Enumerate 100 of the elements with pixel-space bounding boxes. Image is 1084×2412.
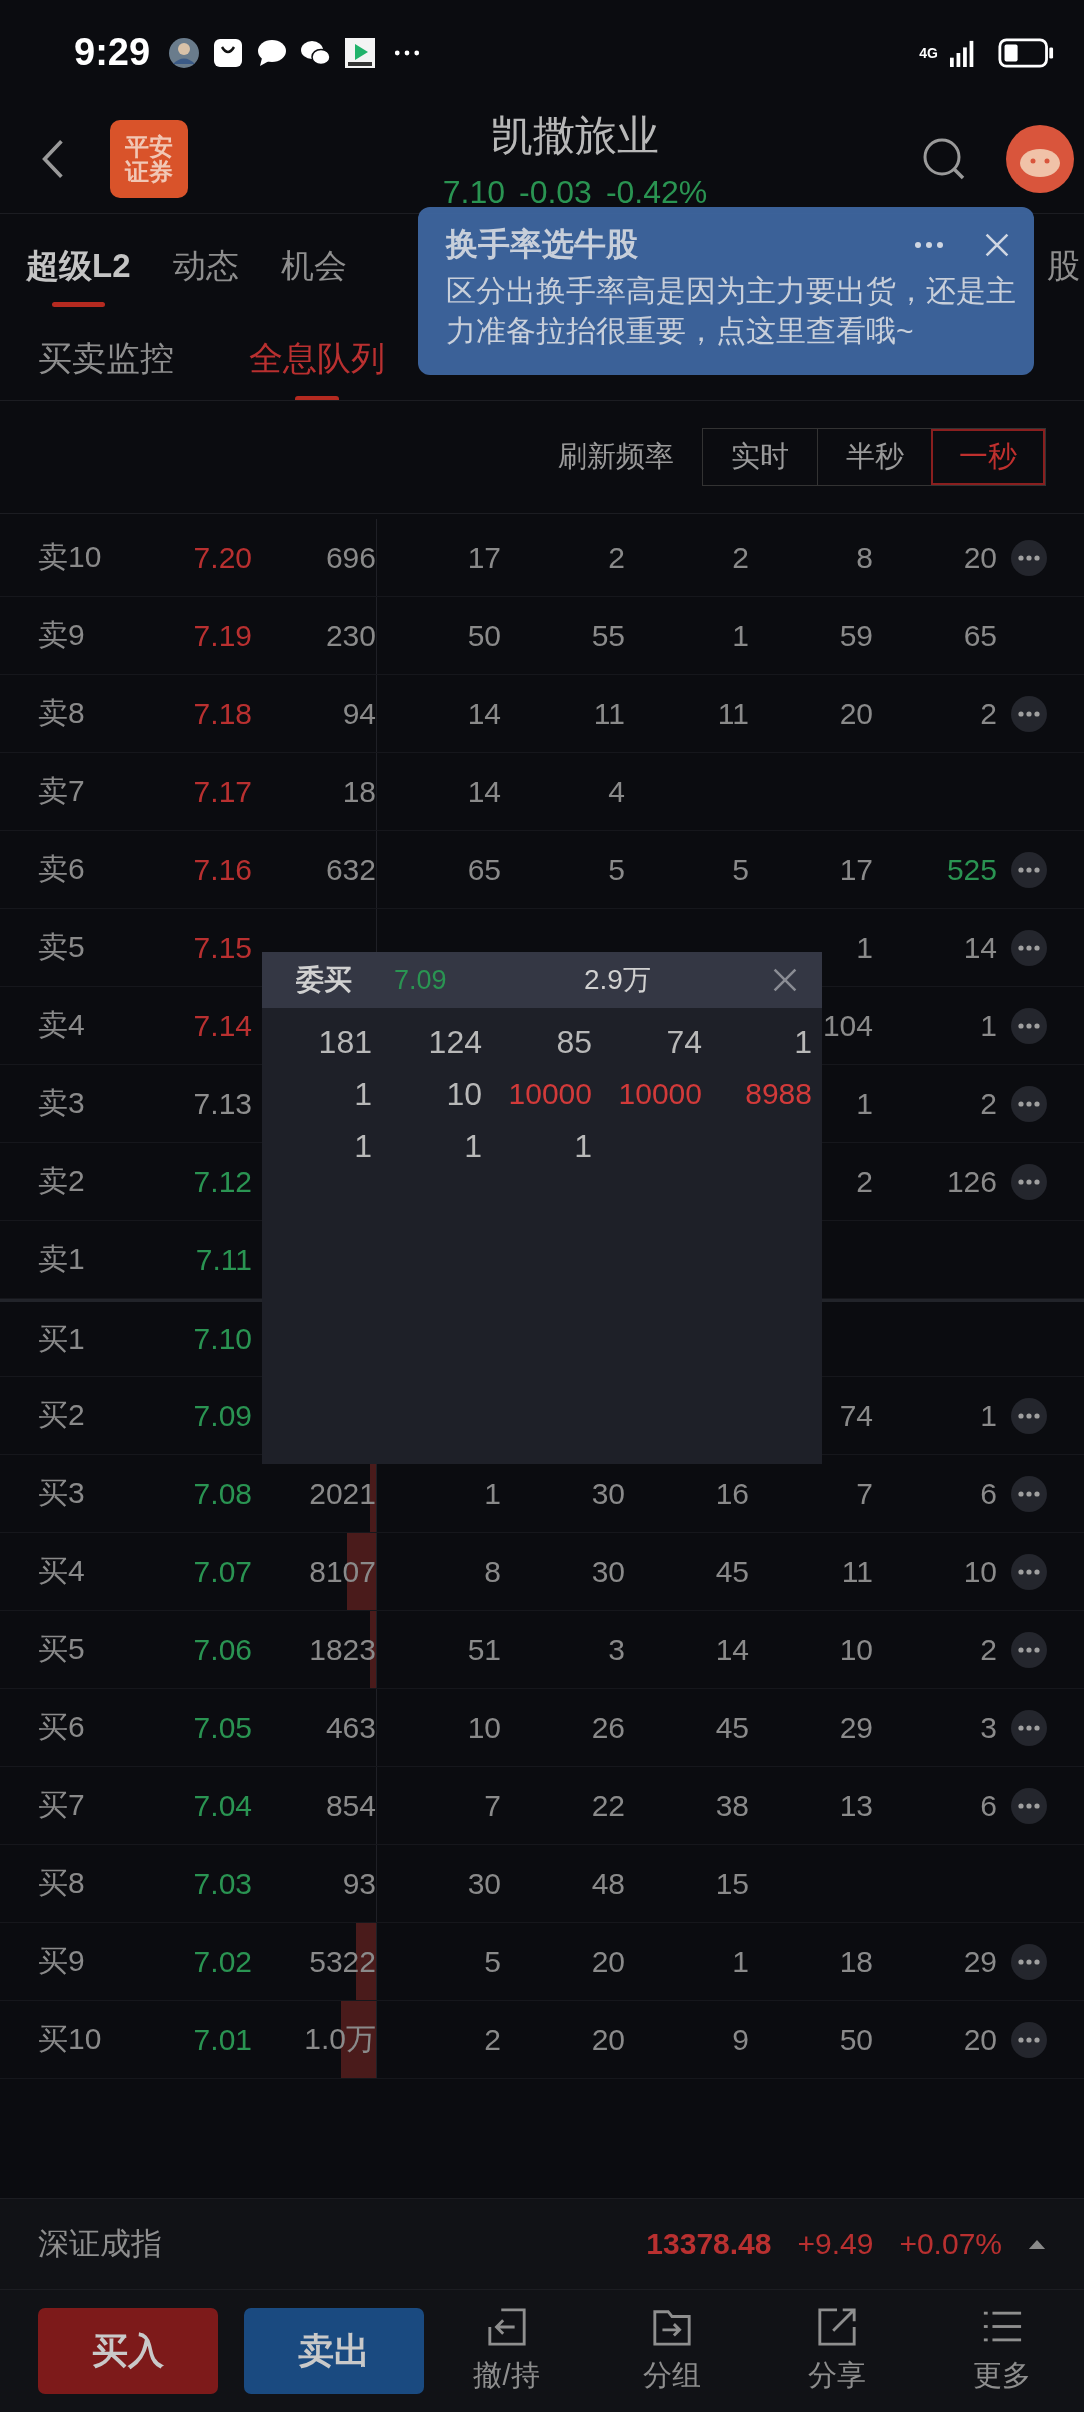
price-cell-text: 7.07 (192, 1554, 252, 1589)
sub-tab[interactable]: 全息队列 (249, 320, 385, 398)
volume-cell: 5322 (309, 1944, 376, 1979)
queue-cell: 14 (715, 1632, 749, 1666)
more-orders-icon[interactable] (1011, 1553, 1047, 1590)
price-cell-text: 7.09 (192, 1398, 252, 1433)
more-orders-icon[interactable] (1011, 1397, 1047, 1434)
refresh-option[interactable]: 半秒 (817, 429, 931, 485)
tab[interactable]: 机会 (280, 225, 347, 307)
queue-cell: 5 (484, 1944, 501, 1978)
more-orders-icon[interactable] (1011, 1943, 1047, 1980)
nav-label[interactable]: 更多 (972, 2356, 1031, 2396)
nav-label[interactable]: 分享 (807, 2356, 866, 2396)
queue-cell: 17 (467, 540, 501, 574)
refresh-option[interactable]: 一秒 (931, 429, 1045, 485)
volume-cell: 1823 (309, 1632, 376, 1667)
stock-name: 凯撒旅业 (491, 110, 659, 161)
queue-cell: 20 (591, 2022, 625, 2056)
queue-cell: 5 (608, 852, 625, 886)
queue-cell: 50 (839, 2022, 873, 2056)
close-icon[interactable] (772, 967, 798, 993)
tab[interactable]: 动态 (172, 225, 239, 307)
queue-cell: 59 (839, 618, 873, 652)
mascot-avatar-icon[interactable] (1006, 125, 1074, 193)
volume-cell: 18 (342, 774, 376, 809)
more-orders-icon[interactable] (1011, 1085, 1047, 1122)
price-cell-text: 7.12 (192, 1164, 252, 1199)
level-label: 买8 (37, 1865, 86, 1901)
queue-cell: 74 (839, 1398, 873, 1432)
index-value: 13378.48 (646, 2227, 772, 2261)
return-arrow-icon[interactable] (485, 2306, 528, 2348)
order-qty: 10 (445, 1075, 482, 1114)
level-label: 卖1 (37, 1241, 86, 1277)
queue-cell: 2 (484, 2022, 501, 2056)
queue-cell: 6 (980, 1476, 997, 1510)
queue-cell: 1 (856, 1086, 873, 1120)
more-orders-icon[interactable] (1011, 1709, 1047, 1746)
more-orders-icon[interactable] (1011, 1631, 1047, 1668)
queue-cell: 20 (839, 696, 873, 730)
queue-cell: 18 (839, 1944, 873, 1978)
more-orders-icon[interactable] (1011, 2021, 1047, 2058)
volume-cell: 94 (342, 696, 376, 731)
queue-cell: 14 (467, 774, 501, 808)
sub-tab[interactable]: 买卖监控 (38, 320, 174, 398)
queue-cell: 13 (839, 1788, 873, 1822)
queue-cell: 48 (591, 1866, 625, 1900)
queue-cell: 1 (856, 930, 873, 964)
battery-icon (998, 37, 1054, 68)
price-cell-text: 7.13 (192, 1086, 252, 1121)
price-cell-text: 7.18 (192, 696, 252, 731)
order-qty: 1 (793, 1023, 812, 1062)
sell-button[interactable]: 卖出 (244, 2308, 424, 2394)
nav-label[interactable]: 撤/持 (473, 2356, 540, 2396)
queue-cell: 55 (591, 618, 625, 652)
more-orders-icon[interactable] (1011, 929, 1047, 966)
level-label: 买1 (37, 1320, 86, 1357)
queue-cell: 10 (467, 1710, 501, 1744)
back-icon[interactable] (40, 138, 66, 180)
tip-text: 区分出换手率高是因为主力要出货，还是主力准备拉抬很重要，点这里查看哦~ (446, 273, 1017, 349)
nav-label[interactable]: 分组 (642, 2356, 701, 2396)
share-icon[interactable] (815, 2306, 858, 2348)
shopping-bag-icon (212, 36, 245, 69)
queue-cell: 30 (591, 1554, 625, 1588)
more-orders-icon[interactable] (1011, 539, 1047, 576)
level-label: 买10 (37, 2021, 103, 2057)
more-orders-icon[interactable] (1011, 1163, 1047, 1200)
tab[interactable]: 股 (1039, 225, 1080, 307)
level-label: 买5 (37, 1631, 86, 1667)
level-label: 卖4 (37, 1007, 86, 1043)
queue-cell: 11 (841, 1554, 873, 1588)
queue-cell: 126 (946, 1164, 997, 1198)
tab[interactable]: 超级L2 (26, 225, 131, 307)
volume-cell: 463 (325, 1710, 376, 1745)
more-orders-icon[interactable] (1011, 1787, 1047, 1824)
more-orders-icon[interactable] (1011, 1475, 1047, 1512)
search-icon[interactable] (922, 137, 966, 181)
tip-banner[interactable]: 换手率选牛股 区分出换手率高是因为主力要出货，还是主力准备拉抬很重要，点这里查看哦~ (418, 207, 1034, 375)
order-qty: 74 (665, 1023, 702, 1062)
buy-button[interactable]: 买入 (38, 2308, 218, 2394)
volume-cell: 2021 (309, 1476, 376, 1511)
queue-cell: 65 (963, 618, 997, 652)
level-label: 卖7 (37, 773, 86, 809)
queue-cell: 1 (484, 1476, 501, 1510)
queue-cell: 51 (467, 1632, 501, 1666)
level-label: 卖10 (37, 539, 103, 575)
price-cell-text: 7.01 (192, 2022, 252, 2057)
more-icon[interactable] (914, 241, 944, 249)
expand-up-icon[interactable] (1028, 2238, 1046, 2250)
more-orders-icon[interactable] (1011, 1007, 1047, 1044)
refresh-option[interactable]: 实时 (703, 429, 817, 485)
order-qty: 181 (317, 1023, 372, 1062)
queue-cell: 2 (856, 1164, 873, 1198)
more-orders-icon[interactable] (1011, 851, 1047, 888)
queue-cell: 2 (980, 1086, 997, 1120)
queue-cell: 16 (715, 1476, 749, 1510)
queue-cell: 17 (839, 852, 873, 886)
queue-cell: 4 (608, 774, 625, 808)
more-notifications-icon (394, 48, 421, 57)
level-label: 买3 (37, 1475, 86, 1511)
more-orders-icon[interactable] (1011, 695, 1047, 732)
